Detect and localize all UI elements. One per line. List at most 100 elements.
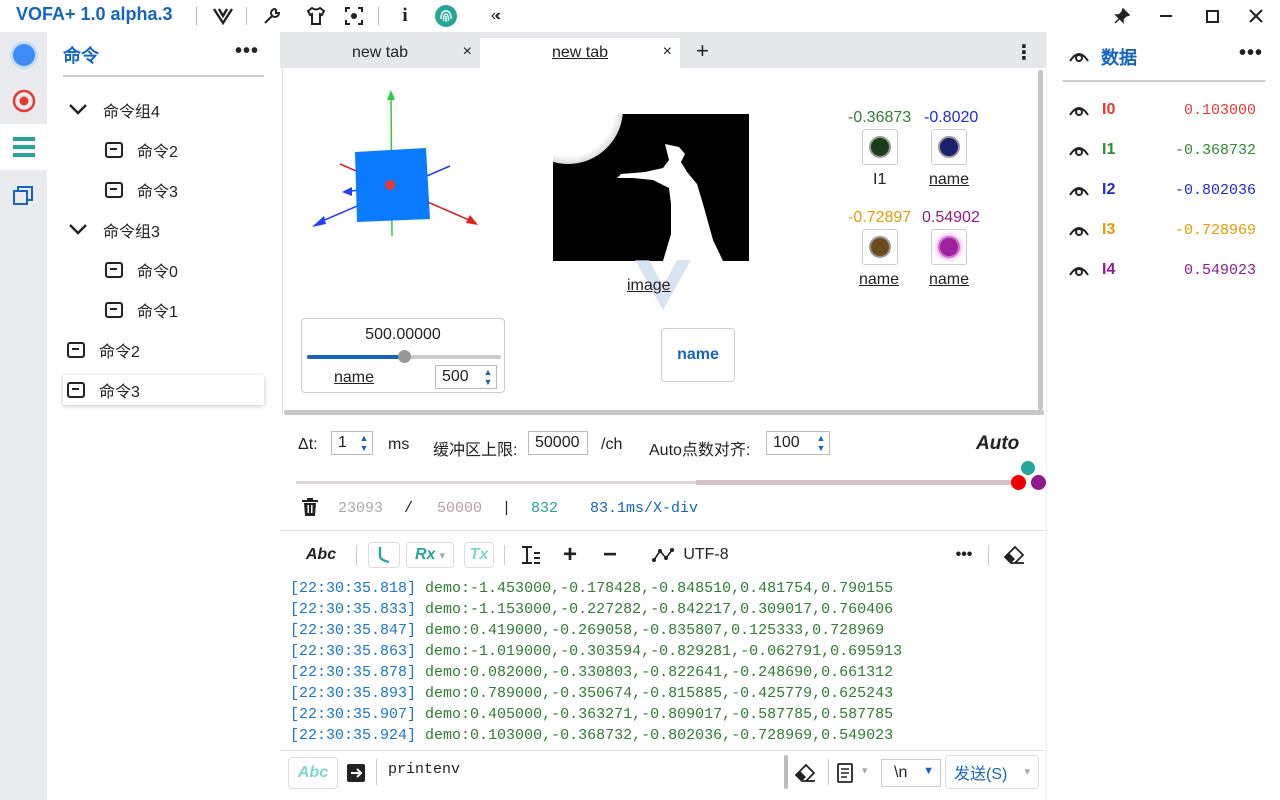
sidebar-more-button[interactable]: ••• — [235, 40, 259, 63]
fingerprint-icon[interactable] — [434, 4, 458, 28]
history-icon[interactable] — [836, 763, 854, 788]
terminal-log[interactable]: [22:30:35.818] demo:-1.453000,-0.178428,… — [290, 578, 1040, 748]
horizontal-scrollbar[interactable] — [284, 410, 1044, 415]
eye-icon[interactable] — [1069, 263, 1089, 277]
commands-list-icon[interactable] — [0, 124, 47, 170]
buffer-input[interactable]: 50000 — [528, 431, 588, 455]
range-handle-top[interactable] — [1021, 461, 1035, 475]
tab-more-button[interactable]: ⋮ — [1014, 40, 1034, 65]
line-ending-value: \n — [894, 764, 908, 781]
activity-bar — [0, 32, 47, 800]
clear-input-icon[interactable] — [794, 763, 816, 788]
timestamp-toggle-icon[interactable] — [368, 542, 400, 568]
log-message: demo:0.419000,-0.269058,-0.835807,0.1253… — [425, 622, 885, 639]
rx-toggle[interactable]: Rx ▾ — [406, 542, 454, 568]
spinbox-arrows-icon[interactable]: ▲ ▼ — [359, 433, 369, 453]
tab-1[interactable]: new tab × — [280, 38, 480, 68]
tx-toggle[interactable]: Tx — [464, 542, 494, 568]
tree-group-item[interactable]: 命令组4 — [67, 95, 160, 125]
lamp-indicator[interactable] — [862, 129, 898, 165]
insert-command-icon[interactable] — [346, 763, 366, 788]
eye-icon[interactable] — [1069, 49, 1089, 63]
tshirt-icon[interactable] — [304, 4, 328, 28]
add-tab-button[interactable]: + — [696, 38, 709, 64]
lamp-indicator[interactable] — [862, 229, 898, 265]
close-button[interactable] — [1236, 2, 1276, 30]
data-row[interactable]: I3 -0.728969 — [1047, 215, 1280, 245]
slider-thumb[interactable] — [398, 350, 411, 363]
slider-track[interactable] — [307, 350, 501, 363]
info-icon[interactable]: i — [393, 4, 417, 28]
lamp-indicator[interactable] — [931, 229, 967, 265]
tree-command-item[interactable]: 命令2 — [67, 335, 140, 365]
chevron-down-icon[interactable] — [67, 102, 89, 118]
maximize-button[interactable] — [1192, 2, 1232, 30]
tree-command-item[interactable]: 命令1 — [105, 295, 178, 325]
encoding-label[interactable]: UTF-8 — [682, 542, 730, 568]
input-scrollbar[interactable] — [784, 755, 788, 789]
tree-command-item[interactable]: 命令3 — [105, 175, 178, 205]
log-timestamp: [22:30:35.833] — [290, 601, 417, 618]
data-row[interactable]: I2 -0.802036 — [1047, 175, 1280, 205]
auto-button[interactable]: Auto — [976, 433, 1019, 455]
eraser-icon[interactable] — [1002, 542, 1026, 568]
slider-spinbox[interactable]: 500 ▲ ▼ — [435, 365, 497, 389]
log-message: demo:0.789000,-0.350674,-0.815885,-0.425… — [425, 685, 894, 702]
lamp-indicator[interactable] — [931, 129, 967, 165]
text-mode-button[interactable]: Abc — [304, 542, 338, 568]
spinbox-arrows-icon[interactable]: ▲ ▼ — [483, 367, 493, 387]
eye-icon[interactable] — [1069, 143, 1089, 157]
image-widget[interactable] — [553, 114, 749, 261]
send-button[interactable]: 发送(S) ▾ — [945, 755, 1039, 789]
spinbox-arrows-icon[interactable]: ▲ ▼ — [816, 433, 826, 453]
record-icon[interactable] — [0, 78, 47, 124]
vofa-logo-icon[interactable] — [211, 4, 235, 28]
trash-icon[interactable] — [302, 498, 318, 520]
send-input[interactable]: printenv — [388, 761, 460, 778]
tab-2[interactable]: new tab × — [480, 38, 680, 68]
eye-icon[interactable] — [1069, 223, 1089, 237]
tree-command-item-selected[interactable]: 命令3 — [63, 375, 264, 405]
data-row[interactable]: I4 0.549023 — [1047, 255, 1280, 285]
terminal-more-button[interactable]: ••• — [950, 542, 978, 568]
zoom-out-button[interactable]: − — [600, 541, 620, 568]
log-timestamp: [22:30:35.847] — [290, 622, 417, 639]
divider — [504, 545, 505, 565]
tree-command-item[interactable]: 命令0 — [105, 255, 178, 285]
tree-group-item[interactable]: 命令组3 — [67, 215, 160, 245]
dt-spinbox[interactable]: 1 ▲ ▼ — [331, 431, 373, 455]
data-row[interactable]: I1 -0.368732 — [1047, 135, 1280, 165]
tab-close-icon[interactable]: × — [463, 43, 472, 61]
pin-icon[interactable] — [1102, 2, 1142, 30]
data-row[interactable]: I0 0.103000 — [1047, 95, 1280, 125]
protocol-icon[interactable] — [652, 542, 674, 568]
send-text-mode-button[interactable]: Abc — [288, 757, 338, 789]
scan-icon[interactable] — [342, 4, 366, 28]
name-button[interactable]: name — [661, 328, 735, 382]
line-ending-select[interactable]: \n ▼ — [881, 759, 941, 787]
minimize-button[interactable] — [1146, 2, 1186, 30]
divider — [63, 75, 264, 77]
data-panel-more-button[interactable]: ••• — [1239, 42, 1263, 65]
collapse-icon[interactable]: «‹ — [482, 4, 506, 28]
buffer-value: 50000 — [535, 434, 580, 451]
vertical-scrollbar[interactable] — [1038, 70, 1043, 410]
range-handle-left[interactable] — [1011, 475, 1026, 490]
chevron-down-icon[interactable]: ▾ — [862, 764, 868, 777]
tab-close-icon[interactable]: × — [663, 43, 672, 61]
log-line: [22:30:35.863] demo:-1.019000,-0.303594,… — [290, 641, 1040, 662]
zoom-in-button[interactable]: + — [560, 541, 580, 568]
chevron-down-icon[interactable] — [67, 222, 89, 238]
range-track[interactable] — [296, 481, 696, 484]
tree-command-item[interactable]: 命令2 — [105, 135, 178, 165]
eye-icon[interactable] — [1069, 183, 1089, 197]
auto-align-spinbox[interactable]: 100 ▲ ▼ — [766, 431, 830, 455]
range-handle-right[interactable] — [1031, 475, 1046, 490]
text-format-icon[interactable] — [520, 542, 542, 568]
3d-cube-widget[interactable] — [300, 86, 490, 246]
wrench-icon[interactable] — [260, 4, 284, 28]
sample-limit: 50000 — [437, 500, 483, 517]
eye-icon[interactable] — [1069, 103, 1089, 117]
connection-status-icon[interactable] — [0, 32, 47, 78]
windows-icon[interactable] — [0, 172, 47, 218]
